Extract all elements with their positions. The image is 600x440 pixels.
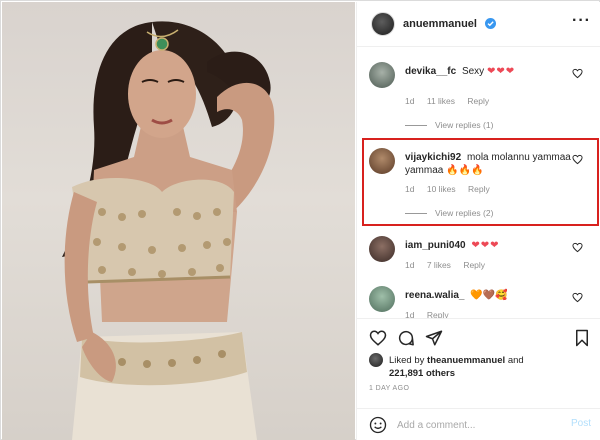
post-timestamp[interactable]: 1 DAY AGO xyxy=(369,385,409,392)
comment-likes[interactable]: 11 likes xyxy=(427,96,455,106)
comment-meta: 1d 11 likes Reply xyxy=(405,96,499,106)
commenter-avatar[interactable] xyxy=(369,286,395,312)
view-replies-label: View replies (1) xyxy=(435,120,494,130)
comment-likes[interactable]: 7 likes xyxy=(427,260,451,270)
comment-bubble-icon[interactable] xyxy=(397,329,415,347)
likes-summary: Liked by theanuemmanuel and 221,891 othe… xyxy=(389,354,589,380)
like-comment-heart-icon[interactable] xyxy=(572,292,583,303)
comment-text: devika__fc Sexy ❤❤❤ xyxy=(405,65,575,78)
post-actions: Liked by theanuemmanuel and 221,891 othe… xyxy=(357,318,600,408)
comment-age: 1d xyxy=(405,310,415,318)
emoji-smiley-icon[interactable] xyxy=(369,416,387,434)
comment-body: Sexy xyxy=(461,66,485,77)
view-replies-button[interactable]: View replies (1) xyxy=(405,120,493,130)
highlight-box xyxy=(362,138,599,226)
instagram-post-view: anuemmanuel ··· devika__fc Sexy ❤❤❤ 1d 1… xyxy=(0,0,600,440)
liked-by-avatar[interactable] xyxy=(369,353,383,367)
liked-by-connector: and xyxy=(507,355,524,366)
reply-button[interactable]: Reply xyxy=(463,260,485,270)
reply-button[interactable]: Reply xyxy=(427,310,449,318)
commenter-avatar[interactable] xyxy=(369,62,395,88)
add-comment-bar: Post xyxy=(357,408,600,440)
like-heart-icon[interactable] xyxy=(369,329,387,347)
comment-emoji: ❤❤❤ xyxy=(471,240,500,251)
comment-emoji: ❤❤❤ xyxy=(486,66,516,77)
author-avatar[interactable] xyxy=(371,12,395,36)
more-options-icon[interactable]: ··· xyxy=(572,13,591,29)
replies-divider xyxy=(405,125,427,127)
verified-badge-icon xyxy=(485,18,496,29)
comment-username[interactable]: reena.walia_ xyxy=(405,290,464,301)
comment-emoji: 🧡🤎🥰 xyxy=(470,290,508,301)
comment-username[interactable]: iam_puni040 xyxy=(405,240,466,251)
post-comment-button[interactable]: Post xyxy=(571,418,591,429)
comment-age: 1d xyxy=(405,96,415,106)
author-username[interactable]: anuemmanuel xyxy=(403,18,477,30)
liked-by-prefix: Liked by xyxy=(389,355,425,366)
comment-list: devika__fc Sexy ❤❤❤ 1d 11 likes Reply Vi… xyxy=(357,48,600,318)
post-header: anuemmanuel ··· xyxy=(357,2,600,47)
add-comment-input[interactable] xyxy=(397,417,557,433)
comment-text: reena.walia_ 🧡🤎🥰 xyxy=(405,289,575,302)
liked-by-user[interactable]: theanuemmanuel xyxy=(427,355,505,366)
comment-username[interactable]: devika__fc xyxy=(405,66,456,77)
reply-button[interactable]: Reply xyxy=(467,96,489,106)
save-bookmark-icon[interactable] xyxy=(573,329,591,347)
photo-illustration xyxy=(62,21,275,440)
like-comment-heart-icon[interactable] xyxy=(572,68,583,79)
post-photo[interactable] xyxy=(2,2,355,440)
comment-text: iam_puni040 ❤❤❤ xyxy=(405,239,575,252)
comment-meta: 1d 7 likes Reply xyxy=(405,260,495,270)
commenter-avatar[interactable] xyxy=(369,236,395,262)
share-paper-plane-icon[interactable] xyxy=(425,329,443,347)
liked-by-count[interactable]: 221,891 others xyxy=(389,368,455,379)
comment-age: 1d xyxy=(405,260,415,270)
comments-panel: anuemmanuel ··· devika__fc Sexy ❤❤❤ 1d 1… xyxy=(356,2,600,440)
comment-meta: 1d Reply xyxy=(405,310,459,318)
like-comment-heart-icon[interactable] xyxy=(572,242,583,253)
